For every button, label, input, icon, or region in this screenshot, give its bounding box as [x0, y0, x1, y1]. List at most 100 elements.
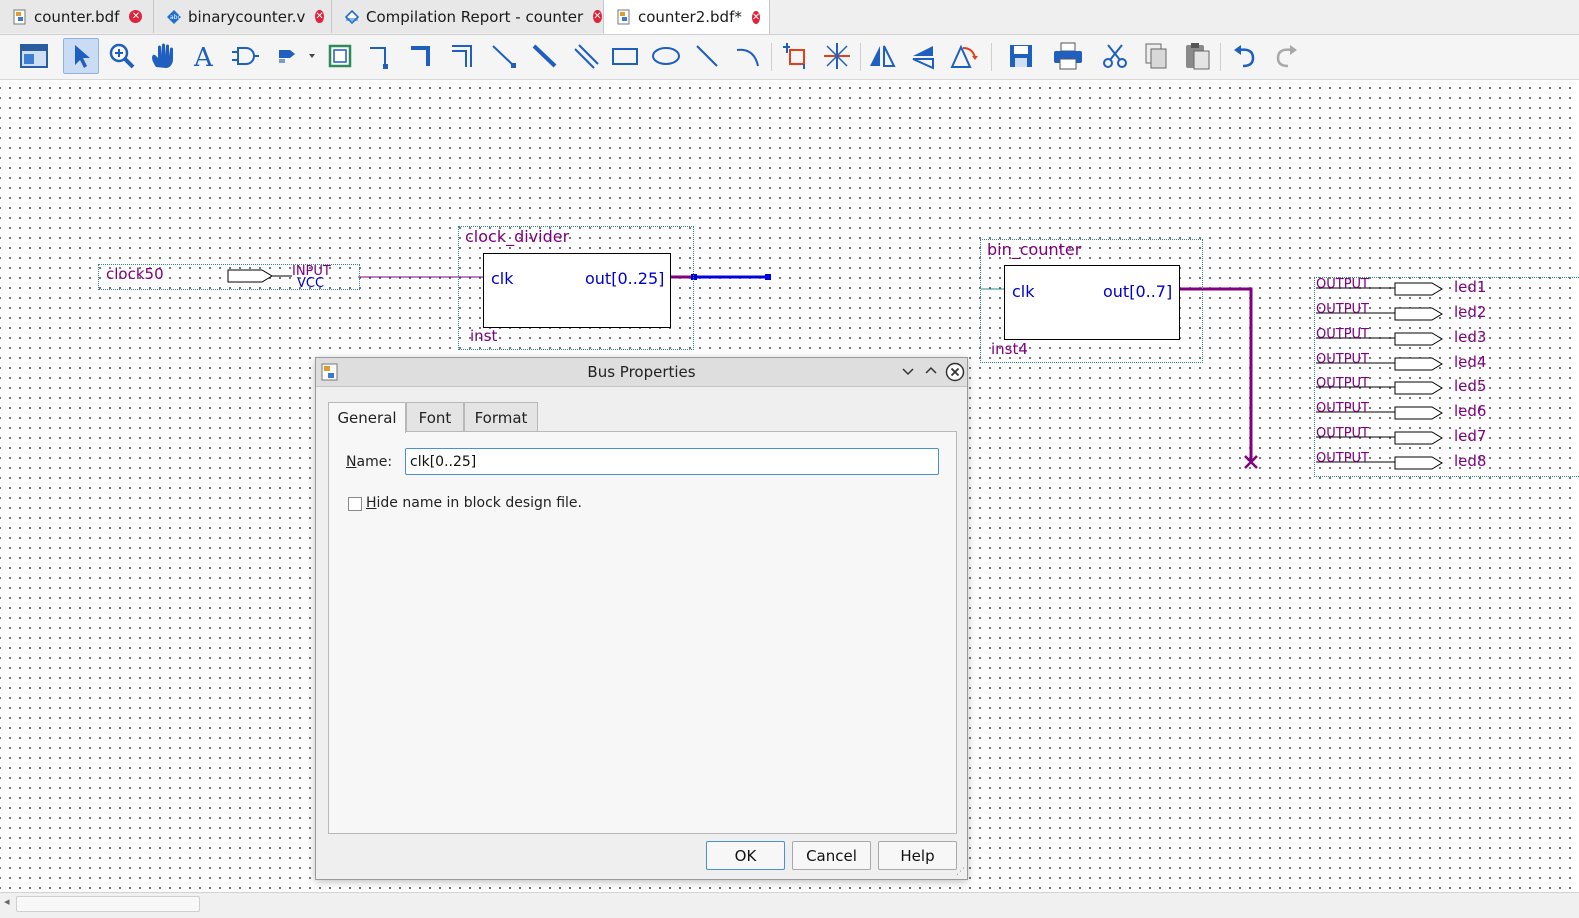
- ok-button[interactable]: OK: [706, 841, 785, 870]
- dialog-title: Bus Properties: [587, 363, 696, 381]
- bdf-file-icon: [616, 9, 632, 25]
- help-button[interactable]: Help: [878, 841, 957, 870]
- output-pin-name: led5: [1454, 377, 1487, 395]
- paste-icon[interactable]: [1179, 38, 1215, 74]
- output-pin-name: led1: [1454, 278, 1487, 296]
- toolbar-separator: [1220, 43, 1221, 71]
- diagonal-bus-icon[interactable]: [527, 38, 563, 74]
- oval-tool-icon[interactable]: [648, 38, 684, 74]
- print-icon[interactable]: [1050, 38, 1086, 74]
- output-pin-type: OUTPUT: [1316, 327, 1369, 342]
- instance-name: inst: [470, 327, 498, 345]
- tab-general[interactable]: General: [328, 402, 406, 433]
- save-icon[interactable]: [1003, 38, 1039, 74]
- toolbar-separator: [860, 43, 861, 71]
- orthogonal-conduit-icon[interactable]: [445, 38, 481, 74]
- dialog-title-bar[interactable]: Bus Properties: [316, 358, 967, 387]
- block-title: clock_divider: [465, 227, 570, 246]
- name-label-mnemonic: N: [346, 454, 357, 470]
- rubberbanding-icon[interactable]: [778, 38, 814, 74]
- tab-compilation-report[interactable]: Compilation Report - counter ✕: [332, 0, 604, 33]
- name-label-text: ame:: [356, 454, 393, 470]
- redo-icon[interactable]: [1268, 38, 1304, 74]
- minimize-icon[interactable]: [900, 362, 916, 384]
- general-tab-panel: Name: Hide name in block design file.: [328, 431, 957, 834]
- hide-label-text: ide name in block design file.: [376, 495, 582, 511]
- scrollbar-thumb[interactable]: [16, 896, 200, 912]
- tab-format[interactable]: Format: [464, 402, 538, 432]
- line-tool-icon[interactable]: [689, 38, 725, 74]
- hide-label-mnemonic: H: [366, 495, 377, 511]
- cut-icon[interactable]: [1097, 38, 1133, 74]
- port-clk: clk: [1012, 282, 1035, 301]
- bus-name-input[interactable]: [405, 448, 939, 475]
- bin-counter-block[interactable]: [1004, 265, 1180, 340]
- output-pin-type: OUTPUT: [1316, 352, 1369, 367]
- diagonal-conduit-icon[interactable]: [568, 38, 604, 74]
- block-title: bin_counter: [987, 240, 1082, 259]
- instance-name: inst4: [991, 340, 1028, 358]
- pin-tool-icon[interactable]: [268, 38, 318, 74]
- undo-icon[interactable]: [1227, 38, 1263, 74]
- close-icon[interactable]: [945, 362, 965, 386]
- toolbar-separator: [991, 43, 992, 71]
- hide-name-checkbox[interactable]: [348, 497, 362, 511]
- output-pin-type: OUTPUT: [1316, 302, 1369, 317]
- close-icon[interactable]: ✕: [129, 10, 143, 23]
- close-icon[interactable]: ✕: [751, 10, 761, 24]
- orthogonal-node-icon[interactable]: [363, 38, 399, 74]
- selection-tool-icon[interactable]: [63, 38, 99, 74]
- tab-binarycounter-v[interactable]: abc binarycounter.v ✕: [154, 0, 332, 33]
- tab-label: counter.bdf: [34, 7, 120, 26]
- arc-tool-icon[interactable]: [730, 38, 766, 74]
- symbol-tool-icon[interactable]: [227, 38, 263, 74]
- input-pin-default: VCC: [297, 276, 325, 291]
- output-pin-name: led6: [1454, 402, 1487, 420]
- bdf-file-icon: [12, 9, 28, 25]
- tab-font[interactable]: Font: [406, 402, 464, 432]
- output-pin-type: OUTPUT: [1316, 277, 1369, 292]
- bus-properties-dialog: Bus Properties General Font Format Name:…: [315, 357, 968, 880]
- close-icon[interactable]: ✕: [593, 10, 602, 23]
- output-pin-name: led7: [1454, 427, 1487, 445]
- tab-label: Compilation Report - counter: [366, 7, 584, 26]
- rectangle-tool-icon[interactable]: [607, 38, 643, 74]
- svg-text:abc: abc: [170, 14, 181, 21]
- output-pin-type: OUTPUT: [1316, 401, 1369, 416]
- tab-label: binarycounter.v: [188, 7, 306, 26]
- flip-vertical-icon[interactable]: [905, 38, 941, 74]
- close-icon[interactable]: ✕: [315, 10, 324, 23]
- name-label: Name:: [346, 454, 392, 470]
- clock-divider-block[interactable]: [483, 253, 671, 328]
- port-out: out[0..7]: [1103, 282, 1173, 301]
- output-pin-name: led4: [1454, 353, 1487, 371]
- port-clk: clk: [491, 269, 514, 288]
- block-tool-icon[interactable]: [322, 38, 358, 74]
- tab-counter-bdf[interactable]: counter.bdf ✕: [0, 0, 154, 33]
- resize-grip-icon[interactable]: ⋰: [956, 867, 965, 877]
- output-pin-type: OUTPUT: [1316, 451, 1369, 466]
- output-pin-name: led8: [1454, 452, 1487, 470]
- horizontal-scrollbar[interactable]: ◂: [0, 892, 1579, 918]
- flip-horizontal-icon[interactable]: [864, 38, 900, 74]
- partial-line-select-icon[interactable]: [819, 38, 855, 74]
- rotate-icon[interactable]: [946, 38, 982, 74]
- copy-icon[interactable]: [1138, 38, 1174, 74]
- hand-tool-icon[interactable]: [145, 38, 181, 74]
- output-pin-type: OUTPUT: [1316, 376, 1369, 391]
- zoom-tool-icon[interactable]: [104, 38, 140, 74]
- port-out: out[0..25]: [585, 269, 665, 288]
- maximize-icon[interactable]: [923, 362, 939, 384]
- output-pin-type: OUTPUT: [1316, 426, 1369, 441]
- output-pin-name: led3: [1454, 328, 1487, 346]
- cancel-button[interactable]: Cancel: [792, 841, 871, 870]
- hide-name-label: Hide name in block design file.: [366, 495, 582, 511]
- tab-counter2-bdf[interactable]: counter2.bdf* ✕: [604, 0, 770, 34]
- text-tool-icon[interactable]: A: [186, 38, 222, 74]
- scroll-left-icon[interactable]: ◂: [4, 895, 10, 908]
- document-tab-bar: counter.bdf ✕ abc binarycounter.v ✕ Comp…: [0, 0, 1579, 35]
- detach-window-icon[interactable]: [16, 38, 52, 74]
- diagonal-node-icon[interactable]: [486, 38, 522, 74]
- tab-label: counter2.bdf*: [638, 8, 742, 26]
- orthogonal-bus-icon[interactable]: [404, 38, 440, 74]
